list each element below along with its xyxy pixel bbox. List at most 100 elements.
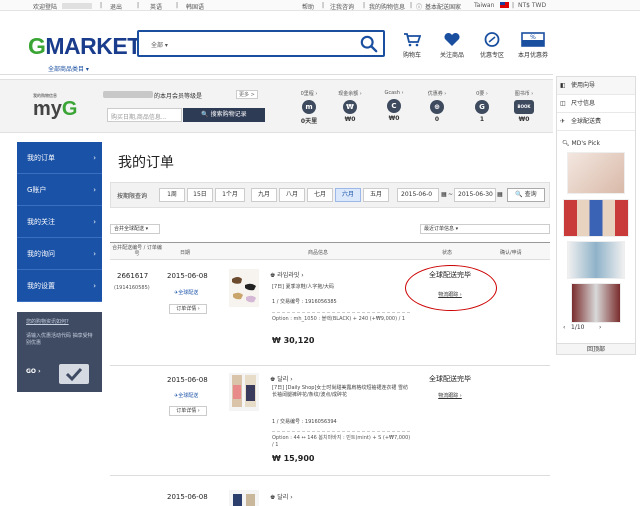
stat-cash[interactable]: 现金余额 › ₩ ₩0	[327, 90, 373, 123]
faq-link[interactable]: 注我咨询	[330, 2, 354, 11]
order-number[interactable]: 2661617	[117, 272, 148, 280]
period-sep-button[interactable]: 九月	[251, 188, 277, 202]
page-title: 我的订单	[118, 155, 174, 171]
period-filter-bar: 按期限查询 1周 15日 1个月 九月 八月 七月 六月 五月 2015-06-…	[110, 182, 550, 208]
book-icon: BOOK	[514, 100, 534, 114]
stat-coupons[interactable]: 优惠券 › ⊕ 0	[414, 90, 460, 123]
period-15days-button[interactable]: 15日	[187, 188, 213, 202]
sidebar-item-my-inquiries[interactable]: 我的询问 ›	[17, 238, 102, 270]
date-from-input[interactable]: 2015-06-0	[397, 188, 439, 202]
status-highlight-circle	[405, 265, 497, 311]
transaction-code: 1 / 交易编号 : 1916056385	[272, 299, 337, 305]
order-detail-button[interactable]: 订单详情 ›	[169, 406, 207, 416]
welcome-text: 欢迎登陆	[33, 4, 58, 11]
cart-icon	[404, 33, 421, 47]
gmarket-logo[interactable]: GMARKET	[28, 33, 141, 60]
sidebar-item-my-settings[interactable]: 我的设置 ›	[17, 270, 102, 302]
column-header: 合并配送编号 / 订单编号	[112, 245, 162, 257]
next-icon[interactable]: ›	[599, 324, 601, 331]
order-row: 2015-06-08 ✈全球配送 订单详情 › ♚ 달리 › [7日] [Dai…	[110, 366, 550, 476]
region-settings-link[interactable]: 基本配送国家	[425, 2, 461, 11]
md-product-image[interactable]	[567, 241, 625, 279]
all-categories-link[interactable]: 全部商品类目 ▾	[48, 64, 89, 73]
chevron-right-icon: ›	[93, 250, 96, 258]
gcash-icon: C	[387, 99, 401, 113]
promo-box: 您的购物资讯如何? 请输入优惠活动代码 抽享受特别优惠 GO ›	[17, 312, 102, 392]
deals-icon	[484, 32, 500, 47]
prev-icon[interactable]: ‹	[563, 324, 565, 331]
checkmark-icon	[59, 364, 89, 384]
product-name-link[interactable]: [7日] 夏季凉鞋/人字拖/大码	[272, 284, 412, 291]
currency-label[interactable]: NT$ TWD	[518, 2, 546, 9]
period-jun-button[interactable]: 六月	[335, 188, 361, 202]
search-icon: 🔍︎	[562, 140, 570, 147]
stat-gcash[interactable]: Gcash › C ₩0	[371, 90, 417, 122]
column-header: 日期	[180, 250, 191, 256]
divider: |	[512, 2, 515, 9]
order-search-button[interactable]: 🔍 搜索购物记录	[183, 108, 265, 122]
my-gmarket-bar: 我的购物信息 myG 的本月会员等级是 更多 > 购买日期,商品信息... 🔍 …	[0, 79, 553, 133]
sidebar-item-g-account[interactable]: G账户 ›	[17, 174, 102, 206]
cart-button[interactable]: 购物车	[397, 32, 427, 59]
product-name-link[interactable]: [7日] [Daily Shop]女士时尚甜美露肩格纹短袖裙连衣裙 雪纺长袖阔腿…	[272, 385, 412, 399]
stat-g-points[interactable]: 0要 › G 1	[459, 90, 505, 123]
promo-text: 请输入优惠活动代码 抽享受特别优惠	[26, 333, 93, 346]
transaction-code: 1 / 交易编号 : 1916056394	[272, 419, 337, 425]
calendar-icon[interactable]: ▦	[441, 191, 447, 198]
size-icon: ◫	[560, 100, 566, 107]
deals-button[interactable]: 优惠专区	[477, 32, 507, 59]
lang-en-link[interactable]: 英语	[150, 2, 162, 11]
order-status: 全球配送完毕	[429, 375, 471, 383]
query-button[interactable]: 🔍 查询	[507, 188, 545, 202]
search-icon[interactable]	[360, 35, 378, 53]
more-button[interactable]: 更多 >	[236, 90, 258, 99]
search-category-dropdown[interactable]: 全部 ▾	[151, 40, 168, 49]
product-image[interactable]	[229, 490, 259, 506]
help-link[interactable]: 帮助	[302, 2, 314, 11]
stat-book-cash[interactable]: 图书币 › BOOK ₩0	[501, 90, 547, 123]
usage-guide-link[interactable]: ◧ 使用向导	[557, 77, 635, 95]
md-product-image[interactable]	[567, 152, 625, 194]
back-to-top-button[interactable]: 回顶部	[556, 343, 636, 355]
search-bar[interactable]: 全部 ▾	[137, 30, 385, 57]
country-label[interactable]: Taiwan	[474, 2, 494, 9]
product-image[interactable]	[229, 269, 259, 307]
period-1month-button[interactable]: 1个月	[215, 188, 245, 202]
lang-kr-link[interactable]: 韩国语	[186, 2, 204, 11]
period-jul-button[interactable]: 七月	[307, 188, 333, 202]
period-may-button[interactable]: 五月	[363, 188, 389, 202]
date-to-input[interactable]: 2015-06-30	[454, 188, 496, 202]
period-1week-button[interactable]: 1周	[159, 188, 185, 202]
tracking-link[interactable]: 物流跟踪 ›	[425, 392, 475, 399]
global-shipping-label: ✈全球配送	[174, 393, 199, 399]
coupons-button[interactable]: % 本月优惠券	[515, 32, 551, 59]
product-option: Option : 44 ↔ 146 봄치마바지 : 민트(mint) + S (…	[272, 435, 411, 448]
size-info-link[interactable]: ◫ 尺寸信息	[557, 95, 635, 113]
promo-title[interactable]: 您的购物资讯如何?	[26, 318, 69, 325]
calendar-icon[interactable]: ▦	[497, 191, 503, 198]
period-aug-button[interactable]: 八月	[279, 188, 305, 202]
column-header: 确认/申请	[500, 250, 522, 256]
favorites-button[interactable]: 关注商品	[437, 32, 467, 59]
order-search-input[interactable]: 购买日期,商品信息...	[107, 108, 182, 122]
product-option: Option : mh_1050 : 블랙(BLACK) + 240 (+₩9,…	[272, 316, 406, 322]
shop-name-link[interactable]: ♚ 라임라잇 ›	[270, 270, 304, 279]
divider	[272, 312, 410, 313]
stat-mileage[interactable]: 0里程 › m 0天里	[286, 90, 332, 125]
product-image[interactable]	[229, 373, 259, 411]
sidebar-item-my-favorites[interactable]: 我的关注 ›	[17, 206, 102, 238]
sort-dropdown[interactable]: 最近订单信息 ▾	[420, 224, 550, 234]
md-product-image[interactable]	[563, 199, 629, 237]
myg-logo[interactable]: myG	[33, 98, 77, 121]
go-button[interactable]: GO ›	[26, 368, 41, 375]
md-product-image[interactable]	[571, 283, 621, 323]
logout-link[interactable]: 退出	[110, 2, 122, 11]
shipping-fee-link[interactable]: ✈ 全球配送费	[557, 113, 635, 131]
shop-name-link[interactable]: ♚ 달리 ›	[270, 492, 293, 501]
my-shop-link[interactable]: 我的购物信息	[369, 2, 405, 11]
chevron-right-icon: ›	[93, 282, 96, 290]
shipping-filter-dropdown[interactable]: 合并全球配送 ▾	[110, 224, 160, 234]
sidebar-item-my-orders[interactable]: 我的订单 ›	[17, 142, 102, 174]
shop-name-link[interactable]: ♚ 달리 ›	[270, 374, 293, 383]
order-detail-button[interactable]: 订单详情 ›	[169, 304, 207, 314]
